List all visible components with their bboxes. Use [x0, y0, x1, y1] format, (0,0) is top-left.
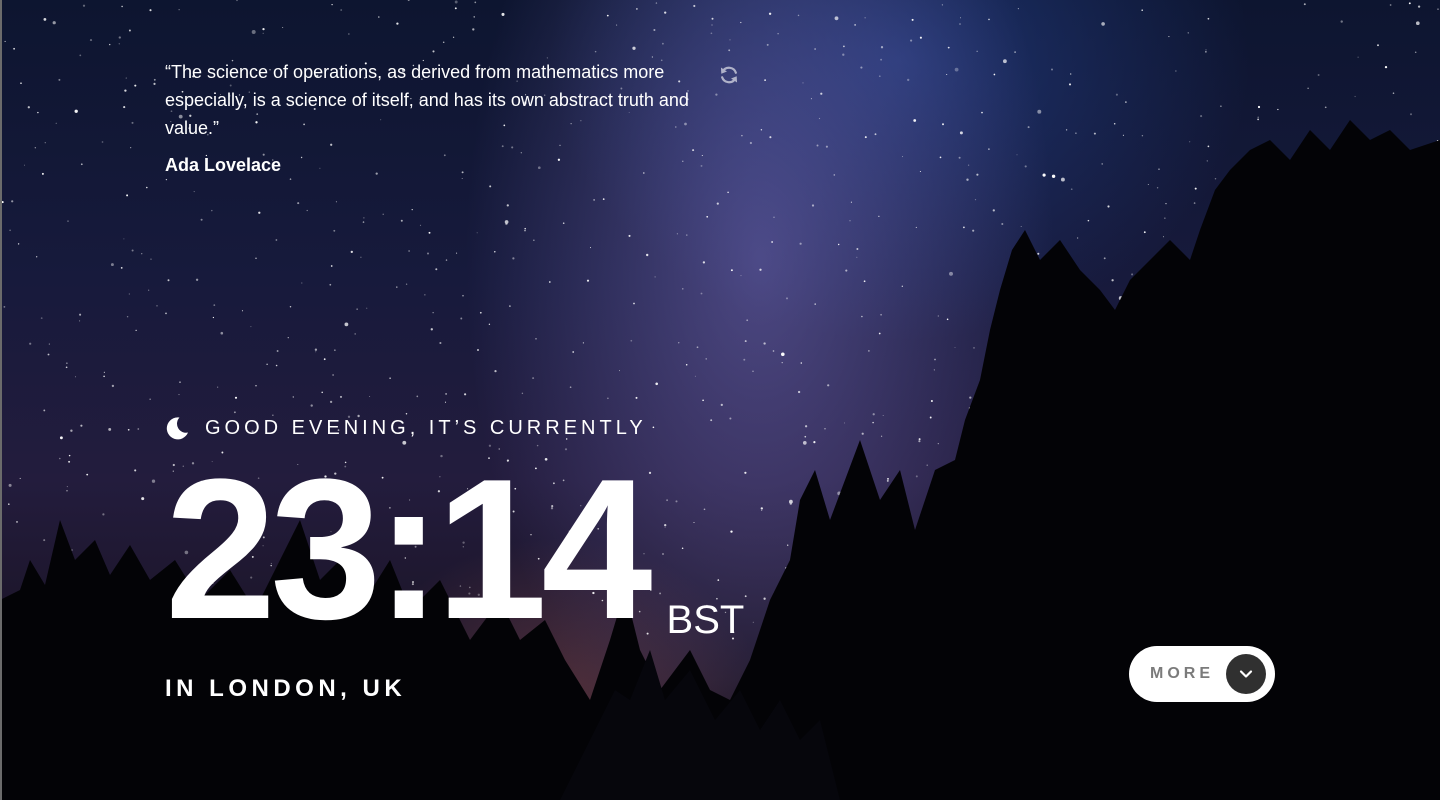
chevron-down-icon — [1239, 670, 1253, 678]
moon-icon — [166, 417, 188, 440]
chevron-down-icon-wrap — [1226, 654, 1266, 694]
more-button[interactable]: MORE — [1129, 646, 1275, 702]
quote-author: Ada Lovelace — [165, 155, 282, 175]
timezone-abbreviation: BST — [666, 598, 745, 642]
window-edge — [0, 0, 2, 800]
quote-block: “The science of operations, as derived f… — [165, 58, 725, 178]
location-text: IN LONDON, UK — [165, 675, 407, 702]
quote-text: “The science of operations, as derived f… — [165, 62, 689, 138]
clock: 23:14 BST — [165, 450, 744, 650]
refresh-quote-button[interactable] — [718, 64, 740, 86]
more-button-label: MORE — [1150, 665, 1214, 682]
refresh-icon — [720, 66, 738, 84]
current-time: 23:14 — [165, 438, 653, 661]
